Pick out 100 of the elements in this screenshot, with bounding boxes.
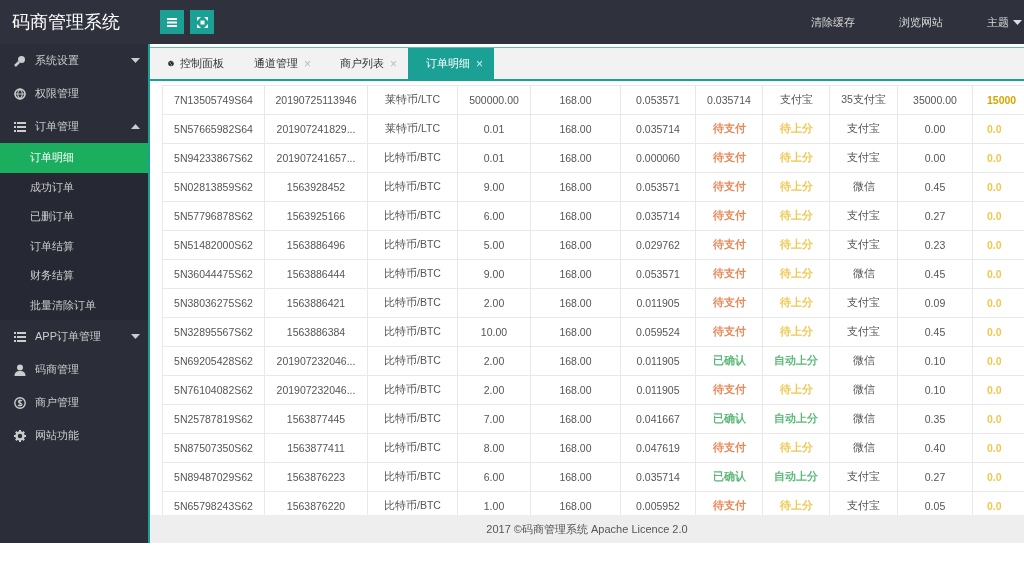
- table-cell: 201907241657...: [264, 143, 368, 173]
- table-cell: 待上分: [762, 259, 830, 289]
- table-cell: 比特币/BTC: [367, 172, 458, 202]
- table-cell: 0.00: [897, 114, 973, 144]
- fullscreen-button[interactable]: [190, 10, 214, 34]
- table-cell: 9.00: [457, 172, 531, 202]
- table-cell: 5N25787819S62: [162, 404, 265, 434]
- table-cell: 168.00: [530, 85, 621, 115]
- table-cell: 2.00: [457, 288, 531, 318]
- table-cell: 比特币/BTC: [367, 375, 458, 405]
- table-cell: 待支付: [695, 288, 763, 318]
- table-cell: 莱特币/LTC: [367, 114, 458, 144]
- table-cell: 0.053571: [620, 85, 696, 115]
- table-cell: 待支付: [695, 230, 763, 260]
- table-cell: 微信: [829, 259, 898, 289]
- table-cell: 10.00: [457, 317, 531, 347]
- tab-label: 订单明细: [426, 56, 470, 71]
- sidebar-item[interactable]: 订单管理: [0, 110, 148, 143]
- table-cell: 7N13505749S64: [162, 85, 265, 115]
- tab-label: 商户列表: [340, 56, 384, 71]
- table-cell: 比特币/BTC: [367, 346, 458, 376]
- table-cell: 168.00: [530, 346, 621, 376]
- table-cell: 0.053571: [620, 172, 696, 202]
- sidebar-subitem[interactable]: 订单结算: [0, 231, 148, 261]
- table-cell: 0.035714: [620, 201, 696, 231]
- table-cell: 微信: [829, 346, 898, 376]
- sidebar-subitem[interactable]: 财务结算: [0, 261, 148, 291]
- table-cell: 待支付: [695, 114, 763, 144]
- fullscreen-icon: [196, 16, 208, 28]
- table-cell: 0.23: [897, 230, 973, 260]
- table-cell: 比特币/BTC: [367, 259, 458, 289]
- table-cell: 6.00: [457, 201, 531, 231]
- table-cell: 1563886384: [264, 317, 368, 347]
- table-cell: 支付宝: [829, 143, 898, 173]
- sidebar-item[interactable]: 码商管理: [0, 353, 148, 386]
- table-cell: 0.10: [897, 375, 973, 405]
- tab-label: 通道管理: [254, 56, 298, 71]
- table-cell: 6.00: [457, 462, 531, 492]
- table-cell: 0.011905: [620, 346, 696, 376]
- table-cell: 支付宝: [829, 288, 898, 318]
- table-cell: 5N89487029S62: [162, 462, 265, 492]
- table-cell: 待上分: [762, 230, 830, 260]
- table-cell: 待支付: [695, 201, 763, 231]
- table-cell: 待上分: [762, 317, 830, 347]
- table-cell: 0.45: [897, 317, 973, 347]
- sidebar-subitem[interactable]: 已删订单: [0, 202, 148, 232]
- sidebar-item[interactable]: 商户管理: [0, 386, 148, 419]
- table-cell: 待上分: [762, 114, 830, 144]
- theme-menu[interactable]: 主题: [987, 14, 1022, 30]
- table-cell: 比特币/BTC: [367, 404, 458, 434]
- table-cell: 已确认: [695, 404, 763, 434]
- table-cell: 比特币/BTC: [367, 317, 458, 347]
- table-cell: 168.00: [530, 288, 621, 318]
- table-cell: 0.029762: [620, 230, 696, 260]
- table-cell: 0.27: [897, 462, 973, 492]
- menu-button[interactable]: [160, 10, 184, 34]
- table-cell: 微信: [829, 172, 898, 202]
- table-cell: 0.45: [897, 259, 973, 289]
- table-cell: 201907241829...: [264, 114, 368, 144]
- footer-text: 2017 ©码商管理系统 Apache Licence 2.0: [486, 521, 688, 537]
- table-cell: 0.40: [897, 433, 973, 463]
- table-cell: 待上分: [762, 201, 830, 231]
- table-cell: 1563886421: [264, 288, 368, 318]
- table-cell: 0.10: [897, 346, 973, 376]
- table-cell: 支付宝: [829, 230, 898, 260]
- table-cell: 168.00: [530, 172, 621, 202]
- table-cell: 7.00: [457, 404, 531, 434]
- table-cell: 0.053571: [620, 259, 696, 289]
- tab[interactable]: 商户列表 ×: [322, 48, 408, 79]
- sidebar-item[interactable]: APP订单管理: [0, 320, 148, 353]
- table-cell: 比特币/BTC: [367, 462, 458, 492]
- table-cell: 莱特币/LTC: [367, 85, 458, 115]
- table-cell: 自动上分: [762, 346, 830, 376]
- table-cell: 待上分: [762, 433, 830, 463]
- header-link[interactable]: 清除缓存: [811, 14, 855, 30]
- table-cell: 自动上分: [762, 462, 830, 492]
- table-cell: 比特币/BTC: [367, 143, 458, 173]
- table-cell: 1563876223: [264, 462, 368, 492]
- table-cell: 168.00: [530, 259, 621, 289]
- header-link[interactable]: 浏览网站: [899, 14, 943, 30]
- table-cell: 5N02813859S62: [162, 172, 265, 202]
- table-cell: 比特币/BTC: [367, 230, 458, 260]
- table-cell: 15000: [972, 85, 1024, 115]
- table-cell: 0.01: [457, 143, 531, 173]
- table-cell: 自动上分: [762, 404, 830, 434]
- sidebar-subitem[interactable]: 批量清除订单: [0, 290, 148, 320]
- table-cell: 待上分: [762, 143, 830, 173]
- tab[interactable]: 通道管理 ×: [236, 48, 322, 79]
- sidebar-item[interactable]: 网站功能: [0, 419, 148, 452]
- sidebar-subitem[interactable]: 成功订单: [0, 172, 148, 202]
- table-cell: 2.00: [457, 346, 531, 376]
- tab-label: 控制面板: [180, 56, 224, 71]
- sidebar-item[interactable]: 系统设置: [0, 44, 148, 77]
- tab[interactable]: 控制面板: [150, 48, 236, 79]
- table-cell: 0.035714: [620, 114, 696, 144]
- table-cell: 待支付: [695, 172, 763, 202]
- table-cell: 5N32895567S62: [162, 317, 265, 347]
- sidebar-item[interactable]: 权限管理: [0, 77, 148, 110]
- table-cell: 168.00: [530, 433, 621, 463]
- table-cell: 已确认: [695, 462, 763, 492]
